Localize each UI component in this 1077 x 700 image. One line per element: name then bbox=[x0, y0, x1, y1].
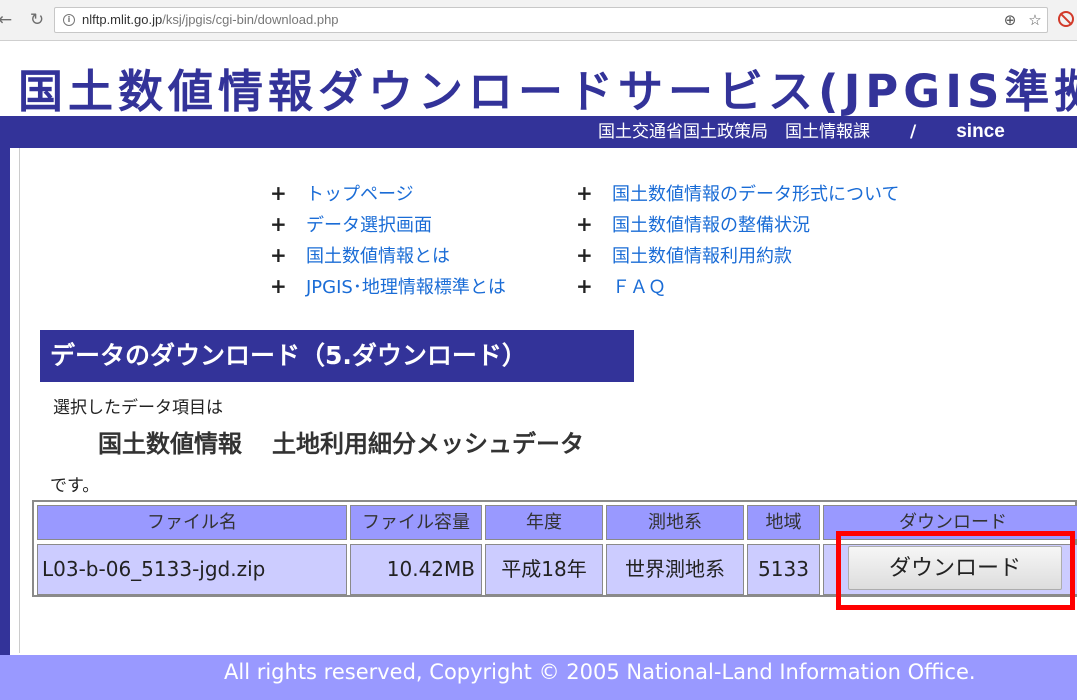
zoom-icon[interactable]: ⊕ bbox=[1000, 10, 1020, 30]
column-header-size: ファイル容量 bbox=[350, 505, 482, 540]
left-divider bbox=[19, 148, 20, 653]
section-title: データのダウンロード（5.ダウンロード） bbox=[40, 330, 634, 382]
nav-item-status: + 国土数値情報の整備状況 bbox=[576, 209, 899, 240]
nav-item-about: + 国土数値情報とは bbox=[270, 240, 506, 271]
reload-icon[interactable]: ↻ bbox=[26, 9, 48, 31]
nav-right-column: + 国土数値情報のデータ形式について + 国土数値情報の整備状況 + 国土数値情報利用… bbox=[576, 178, 899, 302]
nav-item-jpgis: + JPGIS･地理情報標準とは bbox=[270, 271, 506, 302]
plus-icon: + bbox=[270, 212, 287, 236]
org-bar: 国土交通省国土政策局 国土情報課 / since bbox=[0, 116, 1077, 148]
footer: All rights reserved, Copyright © 2005 Na… bbox=[0, 655, 1077, 700]
cell-datum: 世界測地系 bbox=[606, 544, 744, 595]
cell-size: 10.42MB bbox=[350, 544, 482, 595]
plus-icon: + bbox=[576, 243, 593, 267]
url-host: nlftp.mlit.go.jp bbox=[82, 12, 163, 27]
dataset-title: 土地利用細分メッシュデータ bbox=[272, 430, 584, 458]
url-path: /ksj/jpgis/cgi-bin/download.php bbox=[162, 12, 339, 27]
page-info-icon[interactable]: i bbox=[63, 14, 75, 26]
browser-toolbar: ← ↻ i nlftp.mlit.go.jp/ksj/jpgis/cgi-bin… bbox=[0, 0, 1077, 41]
column-header-datum: 測地系 bbox=[606, 505, 744, 540]
dataset-category: 国土数値情報 bbox=[98, 430, 242, 458]
nav-link-terms[interactable]: 国土数値情報利用約款 bbox=[612, 246, 792, 267]
org-text: 国土交通省国土政策局 国土情報課 / since bbox=[598, 120, 1005, 144]
nav-link-top-page[interactable]: トップページ bbox=[306, 184, 414, 205]
plus-icon: + bbox=[576, 274, 593, 298]
site-title: 国土数値情報ダウンロードサービス(JPGIS準拠 bbox=[18, 65, 1077, 118]
since-label: since bbox=[956, 121, 1005, 142]
plus-icon: + bbox=[270, 243, 287, 267]
back-icon[interactable]: ← bbox=[0, 9, 16, 31]
dataset-name: 国土数値情報 土地利用細分メッシュデータ bbox=[98, 427, 584, 461]
org-separator: / bbox=[910, 122, 917, 142]
nav-link-about[interactable]: 国土数値情報とは bbox=[306, 246, 450, 267]
copyright-text: All rights reserved, Copyright © 2005 Na… bbox=[224, 660, 976, 684]
plus-icon: + bbox=[270, 181, 287, 205]
nav-item-format: + 国土数値情報のデータ形式について bbox=[576, 178, 899, 209]
plus-icon: + bbox=[576, 181, 593, 205]
suffix-text: です。 bbox=[50, 476, 100, 496]
nav-item-top: + トップページ bbox=[270, 178, 506, 209]
nav-item-terms: + 国土数値情報利用約款 bbox=[576, 240, 899, 271]
column-header-year: 年度 bbox=[485, 505, 603, 540]
url-text[interactable]: nlftp.mlit.go.jp/ksj/jpgis/cgi-bin/downl… bbox=[82, 8, 339, 32]
cell-filename: L03-b-06_5133-jgd.zip bbox=[37, 544, 347, 595]
plus-icon: + bbox=[270, 274, 287, 298]
plus-icon: + bbox=[576, 212, 593, 236]
nav-left-column: + トップページ + データ選択画面 + 国土数値情報とは + JPGIS･地理情報標準… bbox=[270, 178, 506, 302]
nav-link-status[interactable]: 国土数値情報の整備状況 bbox=[612, 215, 810, 236]
nav-link-faq[interactable]: ＦＡＱ bbox=[612, 277, 666, 298]
column-header-filename: ファイル名 bbox=[37, 505, 347, 540]
highlight-annotation-box bbox=[836, 531, 1075, 610]
intro-text: 選択したデータ項目は bbox=[53, 398, 223, 418]
bookmark-star-icon[interactable]: ☆ bbox=[1025, 10, 1045, 30]
org-name: 国土交通省国土政策局 国土情報課 bbox=[598, 122, 870, 142]
nav-link-data-select[interactable]: データ選択画面 bbox=[306, 215, 432, 236]
nav-item-faq: + ＦＡＱ bbox=[576, 271, 899, 302]
cell-year: 平成18年 bbox=[485, 544, 603, 595]
cell-region: 5133 bbox=[747, 544, 820, 595]
left-sidebar-band bbox=[0, 148, 10, 655]
nav-item-data-select: + データ選択画面 bbox=[270, 209, 506, 240]
nav-link-jpgis[interactable]: JPGIS･地理情報標準とは bbox=[306, 277, 506, 298]
address-bar[interactable]: i nlftp.mlit.go.jp/ksj/jpgis/cgi-bin/dow… bbox=[54, 7, 1048, 33]
column-header-region: 地域 bbox=[747, 505, 820, 540]
block-extension-icon[interactable] bbox=[1058, 11, 1074, 27]
nav-link-data-format[interactable]: 国土数値情報のデータ形式について bbox=[612, 184, 899, 205]
